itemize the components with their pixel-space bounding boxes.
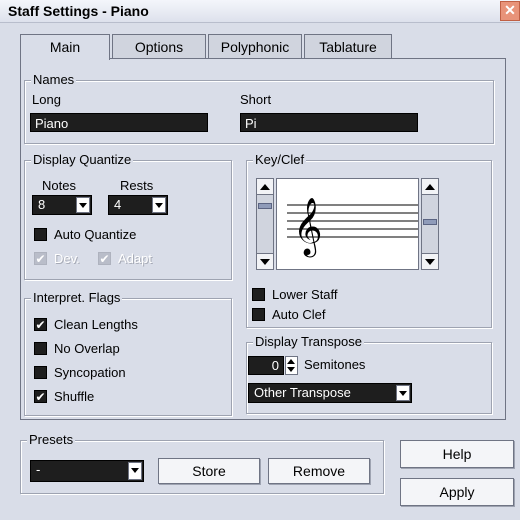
rests-select[interactable]: 4 bbox=[108, 195, 168, 215]
rests-label: Rests bbox=[120, 178, 154, 193]
lower-staff-label: Lower Staff bbox=[272, 287, 338, 302]
short-name-field[interactable]: Pi bbox=[240, 113, 418, 132]
adapt-label: Adapt bbox=[118, 251, 152, 266]
key-clef-group-label: Key/Clef bbox=[253, 152, 307, 167]
notes-select[interactable]: 8 bbox=[32, 195, 92, 215]
key-clef-editor: 𝄞 bbox=[256, 178, 441, 270]
store-button[interactable]: Store bbox=[158, 458, 260, 484]
dev-checkbox[interactable]: ✔ Dev. bbox=[34, 251, 94, 268]
staff-preview: 𝄞 bbox=[276, 178, 419, 270]
transpose-select[interactable]: Other Transpose bbox=[248, 383, 412, 403]
apply-button[interactable]: Apply bbox=[400, 478, 514, 506]
names-group-label: Names bbox=[31, 72, 77, 87]
notes-select-value: 8 bbox=[38, 197, 46, 212]
tab-polyphonic-label: Polyphonic bbox=[220, 39, 290, 55]
auto-quantize-checkbox[interactable]: Auto Quantize bbox=[34, 227, 214, 244]
tab-tablature-label: Tablature bbox=[319, 39, 377, 55]
chevron-down-icon[interactable] bbox=[152, 197, 166, 213]
staff-settings-window: Staff Settings - Piano ✕ Main Options Po… bbox=[0, 0, 520, 520]
display-transpose-group: Display Transpose bbox=[246, 334, 492, 414]
shuffle-box[interactable]: ✔ bbox=[34, 390, 47, 403]
auto-clef-checkbox[interactable]: Auto Clef bbox=[252, 307, 432, 324]
tab-main-label: Main bbox=[49, 39, 81, 55]
tab-options-label: Options bbox=[134, 39, 184, 55]
remove-button[interactable]: Remove bbox=[268, 458, 370, 484]
scroll-up-icon[interactable] bbox=[422, 179, 438, 195]
transpose-select-value: Other Transpose bbox=[254, 385, 351, 400]
syncopation-checkbox[interactable]: Syncopation bbox=[34, 365, 214, 382]
dev-label: Dev. bbox=[54, 251, 80, 266]
long-name-field[interactable]: Piano bbox=[30, 113, 208, 132]
presets-group-label: Presets bbox=[27, 432, 76, 447]
dev-box[interactable]: ✔ bbox=[34, 252, 47, 265]
clean-lengths-box[interactable]: ✔ bbox=[34, 318, 47, 331]
names-group: Names bbox=[24, 72, 494, 144]
treble-clef-icon: 𝄞 bbox=[293, 197, 323, 258]
clean-lengths-label: Clean Lengths bbox=[54, 317, 138, 332]
help-button[interactable]: Help bbox=[400, 440, 514, 468]
no-overlap-label: No Overlap bbox=[54, 341, 120, 356]
scroll-down-icon[interactable] bbox=[422, 253, 438, 269]
rests-select-value: 4 bbox=[114, 197, 122, 212]
syncopation-box[interactable] bbox=[34, 366, 47, 379]
window-title: Staff Settings - Piano bbox=[8, 3, 149, 19]
chevron-down-icon[interactable] bbox=[396, 385, 410, 401]
scroll-down-icon[interactable] bbox=[257, 253, 273, 269]
tab-main[interactable]: Main bbox=[20, 34, 110, 60]
chevron-down-icon[interactable] bbox=[128, 462, 142, 480]
interpret-flags-group-label: Interpret. Flags bbox=[31, 290, 123, 305]
close-icon[interactable]: ✕ bbox=[500, 1, 520, 21]
chevron-down-icon[interactable] bbox=[76, 197, 90, 213]
auto-clef-label: Auto Clef bbox=[272, 307, 326, 322]
long-name-label: Long bbox=[32, 92, 61, 107]
preset-select-value: - bbox=[36, 462, 41, 477]
semitones-value[interactable]: 0 bbox=[248, 356, 284, 375]
key-scrollbar[interactable] bbox=[256, 178, 274, 270]
shuffle-label: Shuffle bbox=[54, 389, 95, 404]
clef-scroll-thumb[interactable] bbox=[423, 219, 437, 225]
clef-scrollbar[interactable] bbox=[421, 178, 439, 270]
notes-label: Notes bbox=[42, 178, 76, 193]
preset-select[interactable]: - bbox=[30, 460, 144, 482]
semitones-stepper[interactable]: 0 bbox=[248, 356, 298, 375]
auto-quantize-label: Auto Quantize bbox=[54, 227, 137, 242]
no-overlap-checkbox[interactable]: No Overlap bbox=[34, 341, 214, 358]
short-name-label: Short bbox=[240, 92, 272, 107]
lower-staff-box[interactable] bbox=[252, 288, 265, 301]
auto-clef-box[interactable] bbox=[252, 308, 265, 321]
display-quantize-group-label: Display Quantize bbox=[31, 152, 134, 167]
syncopation-label: Syncopation bbox=[54, 365, 126, 380]
tab-tablature[interactable]: Tablature bbox=[304, 34, 392, 59]
title-bar[interactable]: Staff Settings - Piano ✕ bbox=[0, 0, 520, 23]
treble-clef-staff: 𝄞 bbox=[287, 197, 418, 258]
adapt-checkbox[interactable]: ✔ Adapt bbox=[98, 251, 178, 268]
tab-options[interactable]: Options bbox=[112, 34, 206, 59]
clean-lengths-checkbox[interactable]: ✔ Clean Lengths bbox=[34, 317, 214, 334]
display-transpose-group-label: Display Transpose bbox=[253, 334, 364, 349]
scroll-up-icon[interactable] bbox=[257, 179, 273, 195]
semitones-label: Semitones bbox=[304, 357, 366, 372]
shuffle-checkbox[interactable]: ✔ Shuffle bbox=[34, 389, 214, 406]
no-overlap-box[interactable] bbox=[34, 342, 47, 355]
tab-polyphonic[interactable]: Polyphonic bbox=[208, 34, 302, 59]
lower-staff-checkbox[interactable]: Lower Staff bbox=[252, 287, 432, 304]
auto-quantize-box[interactable] bbox=[34, 228, 47, 241]
adapt-box[interactable]: ✔ bbox=[98, 252, 111, 265]
key-scroll-thumb[interactable] bbox=[258, 203, 272, 209]
stepper-arrows-icon[interactable] bbox=[285, 356, 298, 375]
